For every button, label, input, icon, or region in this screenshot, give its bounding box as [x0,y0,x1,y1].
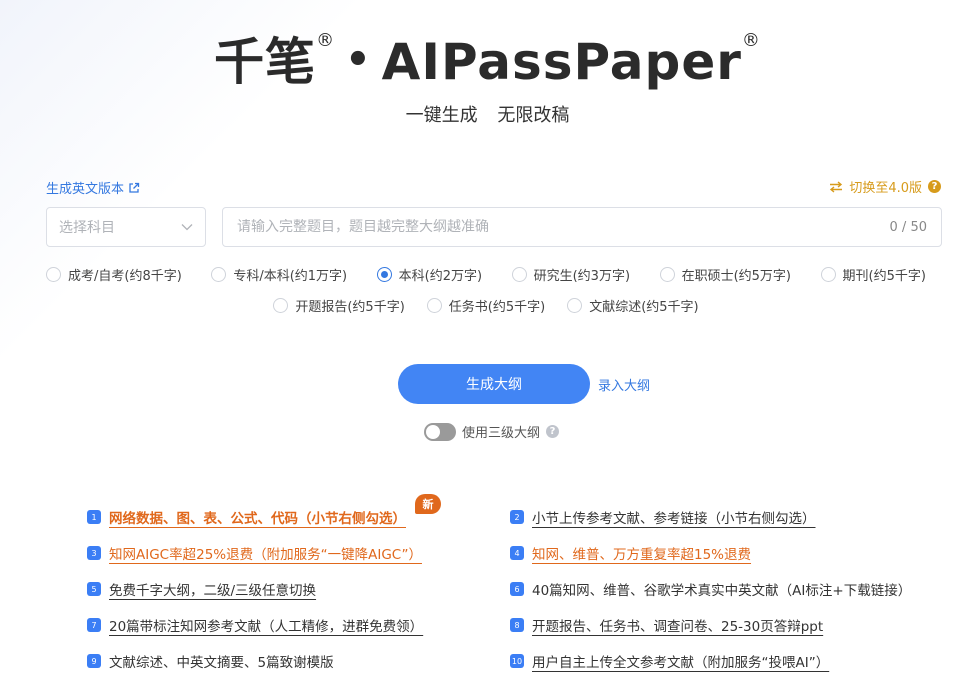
feature-item[interactable]: 9 文献综述、中英文摘要、5篇致谢模版 [87,651,334,671]
radio-label: 在职硕士(约5万字) [681,269,791,284]
radio-circle-icon[interactable] [273,298,289,313]
number-badge: 10 [510,654,524,668]
radio-label: 研究生(约3万字) [533,269,631,284]
registered-mark: ® [316,30,336,51]
feature-item[interactable]: 8 开题报告、任务书、调查问卷、25-30页答辩ppt [510,615,823,635]
external-link-icon [129,182,140,193]
brand-cn: 千笔 [214,33,317,91]
subject-placeholder: 选择科目 [59,220,115,236]
radio-label: 期刊(约5千字) [842,269,926,284]
feature-text: 开题报告、任务书、调查问卷、25-30页答辩ppt [532,619,824,635]
radio-circle-icon[interactable] [46,267,61,282]
feature-text: 网络数据、图、表、公式、代码（小节右侧勾选） [109,511,406,527]
radio-label: 专科/本科(约1万字) [233,269,348,284]
number-badge: 3 [87,546,101,560]
feature-text: 40篇知网、维普、谷歌学术真实中英文献（AI标注+下载链接） [532,583,912,599]
feature-item[interactable]: 4 知网、维普、万方重复率超15%退费 [510,543,751,563]
feature-item[interactable]: 7 20篇带标注知网参考文献（人工精修，进群免费领） [87,615,423,635]
char-counter: 0 / 50 [889,219,927,235]
three-level-label: 使用三级大纲 [462,426,541,441]
subject-select[interactable]: 选择科目 [46,207,206,247]
feature-text: 小节上传参考文献、参考链接（小节右侧勾选） [532,511,816,527]
help-icon[interactable]: ? [546,425,560,438]
number-badge: 6 [510,582,524,596]
radio-option[interactable]: 开题报告(约5千字) [273,296,405,315]
degree-options-row2: 开题报告(约5千字) 任务书(约5千字) 文献综述(约5千字) [46,296,926,315]
brand-en: AIPassPaper [381,33,742,91]
radio-label: 开题报告(约5千字) [295,300,405,315]
generate-outline-button[interactable]: 生成大纲 [398,364,590,404]
radio-label: 本科(约2万字) [398,269,483,284]
english-version-link[interactable]: 生成英文版本 [46,178,140,197]
feature-text: 知网AIGC率超25%退费（附加服务“一键降AIGC”） [109,547,422,563]
number-badge: 4 [510,546,524,560]
feature-item[interactable]: 1 网络数据、图、表、公式、代码（小节右侧勾选） [87,507,406,527]
radio-option[interactable]: 专科/本科(约1万字) [211,265,347,284]
feature-item[interactable]: 2 小节上传参考文献、参考链接（小节右侧勾选） [510,507,816,527]
feature-item[interactable]: 5 免费千字大纲，二级/三级任意切换 [87,579,316,599]
english-version-label: 生成英文版本 [46,182,125,197]
radio-option[interactable]: 研究生(约3万字) [511,265,631,284]
radio-option[interactable]: 任务书(约5千字) [426,296,546,315]
switch-arrows-icon [830,180,843,193]
number-badge: 8 [510,618,524,632]
radio-label: 成考/自考(约8千字) [68,269,182,284]
subtitle: 一键生成 无限改稿 [405,105,570,126]
help-icon[interactable]: ? [928,180,941,193]
radio-circle-icon[interactable] [567,298,583,313]
radio-option[interactable]: 期刊(约5千字) [820,265,926,284]
topic-field[interactable]: 0 / 50 [222,207,942,247]
feature-text: 免费千字大纲，二级/三级任意切换 [109,583,317,599]
radio-option-selected[interactable]: 本科(约2万字) [376,265,483,284]
three-level-toggle-row: 使用三级大纲 ? [424,422,560,441]
feature-text: 文献综述、中英文摘要、5篇致谢模版 [109,655,334,671]
radio-circle-icon[interactable] [820,267,836,282]
feature-text: 20篇带标注知网参考文献（人工精修，进群免费领） [109,619,424,635]
registered-mark-2: ® [741,30,761,51]
radio-option[interactable]: 文献综述(约5千字) [567,296,699,315]
radio-option[interactable]: 在职硕士(约5万字) [659,265,791,284]
import-outline-link[interactable]: 录入大纲 [598,375,650,394]
feature-text: 用户自主上传全文参考文献（附加服务“投喂AI”） [532,655,830,671]
radio-circle-icon[interactable] [511,267,527,282]
radio-label: 任务书(约5千字) [448,300,546,315]
feature-item[interactable]: 3 知网AIGC率超25%退费（附加服务“一键降AIGC”） [87,543,422,563]
switch-version-label: 切换至4.0版 [849,181,922,196]
feature-text: 知网、维普、万方重复率超15%退费 [532,547,752,563]
radio-circle-icon[interactable] [659,267,675,282]
number-badge: 7 [87,618,101,632]
topic-input[interactable] [237,219,890,235]
radio-label: 文献综述(约5千字) [589,300,699,315]
radio-checked-icon[interactable] [376,267,392,282]
degree-options-row1: 成考/自考(约8千字) 专科/本科(约1万字) 本科(约2万字) 研究生(约3万… [46,265,926,284]
radio-circle-icon[interactable] [211,267,227,282]
three-level-toggle[interactable] [424,422,456,441]
brand-title: 千笔® • AIPassPaper® [0,22,975,94]
chevron-down-icon [181,224,193,231]
number-badge: 5 [87,582,101,596]
radio-option[interactable]: 成考/自考(约8千字) [46,265,182,284]
number-badge: 2 [510,510,524,524]
feature-item[interactable]: 10 用户自主上传全文参考文献（附加服务“投喂AI”） [510,651,829,671]
number-badge: 1 [87,510,101,524]
new-badge: 新 [415,494,441,514]
number-badge: 9 [87,654,101,668]
radio-circle-icon[interactable] [426,298,442,313]
switch-version-link[interactable]: 切换至4.0版 ? [829,177,941,196]
feature-item[interactable]: 6 40篇知网、维普、谷歌学术真实中英文献（AI标注+下载链接） [510,579,911,599]
title-dot: • [345,37,372,83]
